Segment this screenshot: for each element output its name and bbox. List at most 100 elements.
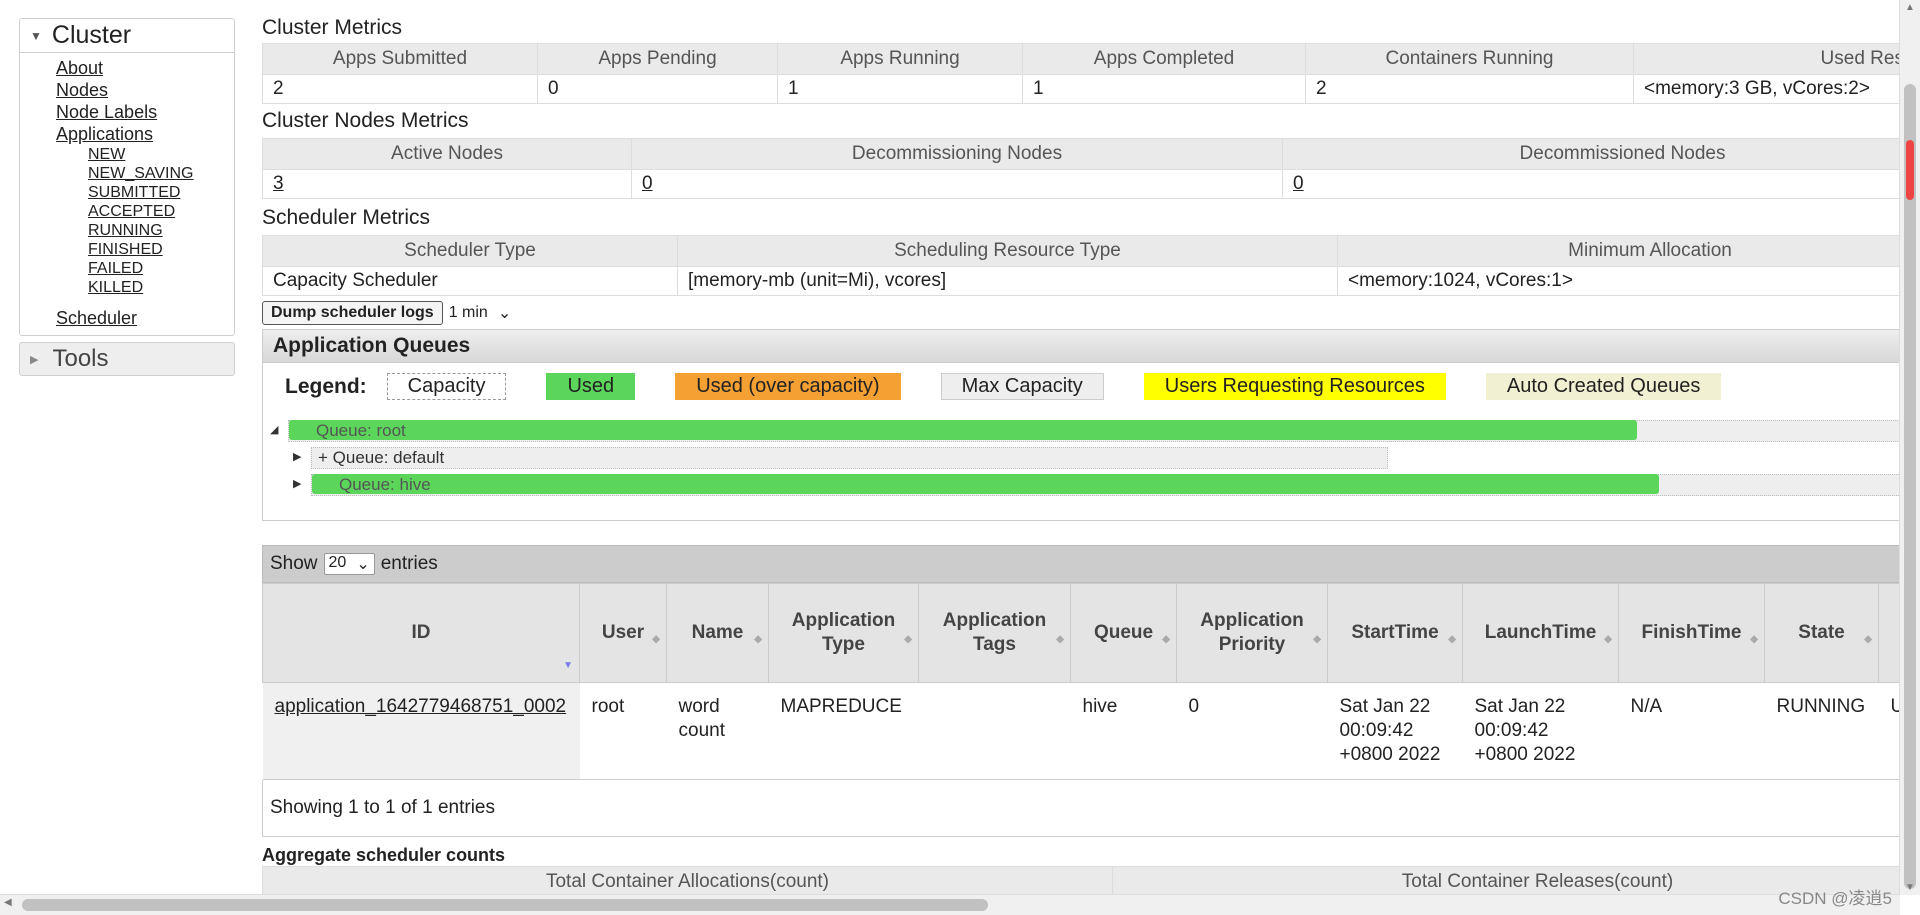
col-used-resources: Used Resources	[1633, 43, 1902, 75]
nav-link-state-killed[interactable]: KILLED	[88, 278, 234, 297]
link-active-nodes[interactable]: 3	[273, 173, 284, 194]
col-id[interactable]: ID ▼	[262, 583, 580, 683]
cell-application-tags	[918, 682, 1071, 780]
horizontal-scroll-thumb[interactable]	[22, 899, 988, 911]
nav-link-about[interactable]: About	[56, 57, 234, 79]
collapse-triangle-icon[interactable]: ▼	[30, 29, 42, 43]
nav-link-state-new-saving[interactable]: NEW_SAVING	[88, 164, 234, 183]
dump-scheduler-logs-button[interactable]: Dump scheduler logs	[262, 301, 443, 325]
col-application-type[interactable]: Application Type ◆	[768, 583, 919, 683]
sort-icon[interactable]: ◆	[904, 628, 912, 652]
dump-interval-select[interactable]: 1 min ⌄	[449, 303, 512, 323]
sort-icon[interactable]: ◆	[1313, 628, 1321, 652]
nav-link-state-new[interactable]: NEW	[88, 145, 234, 164]
collapse-triangle-icon[interactable]: ◢	[270, 423, 278, 436]
val-apps-completed: 1	[1022, 74, 1306, 104]
sort-icon[interactable]: ◆	[652, 628, 660, 652]
show-label: Show	[270, 553, 318, 574]
sort-icon[interactable]: ◆	[1750, 628, 1758, 652]
expand-triangle-icon[interactable]: ▶	[293, 450, 301, 463]
cluster-metrics-table: Apps Submitted Apps Pending Apps Running…	[262, 43, 1902, 104]
legend-capacity: Capacity	[386, 373, 507, 400]
col-application-priority[interactable]: Application Priority ◆	[1176, 583, 1328, 683]
horizontal-scrollbar[interactable]: ◀	[0, 894, 1900, 915]
col-decommissioned-nodes: Decommissioned Nodes	[1282, 138, 1902, 170]
nav-link-state-failed[interactable]: FAILED	[88, 259, 234, 278]
legend-used: Used	[546, 373, 636, 400]
cell-application-priority: 0	[1176, 682, 1328, 780]
cell-application-type: MAPREDUCE	[768, 682, 919, 780]
nav-link-state-running[interactable]: RUNNING	[88, 221, 234, 240]
application-queues-panel: Application Queues Legend: Capacity Used…	[262, 329, 1902, 521]
scroll-marker	[1906, 140, 1914, 200]
nav-link-state-finished[interactable]: FINISHED	[88, 240, 234, 259]
col-start-time[interactable]: StartTime ◆	[1327, 583, 1463, 683]
queue-row-root[interactable]: ◢ Queue: root	[263, 420, 1902, 442]
cluster-nav-header[interactable]: ▼ Cluster	[20, 19, 234, 53]
nav-link-node-labels[interactable]: Node Labels	[56, 101, 234, 123]
vertical-scroll-thumb[interactable]	[1904, 84, 1916, 889]
scroll-up-arrow-icon[interactable]: ▲	[1900, 2, 1920, 13]
entries-label: entries	[380, 553, 438, 574]
scheduler-metrics-table: Scheduler Type Scheduling Resource Type …	[262, 235, 1902, 296]
tools-nav-header[interactable]: ▶ Tools	[19, 342, 235, 376]
nav-link-state-submitted[interactable]: SUBMITTED	[88, 183, 234, 202]
queue-root-label[interactable]: Queue: root	[316, 421, 406, 441]
sort-icon[interactable]: ◆	[1604, 628, 1612, 652]
expand-triangle-icon[interactable]: ▶	[293, 477, 301, 490]
cell-start-time: Sat Jan 22 00:09:42 +0800 2022	[1327, 682, 1463, 780]
val-apps-pending: 0	[537, 74, 778, 104]
col-user[interactable]: User ◆	[579, 583, 667, 683]
col-queue[interactable]: Queue ◆	[1070, 583, 1177, 683]
sort-icon[interactable]: ◆	[754, 628, 762, 652]
vertical-scrollbar[interactable]: ▲ ▼	[1899, 0, 1920, 895]
cluster-nav-title: Cluster	[51, 21, 132, 49]
sort-icon[interactable]: ◆	[1448, 628, 1456, 652]
nav-link-state-accepted[interactable]: ACCEPTED	[88, 202, 234, 221]
chevron-down-icon: ⌄	[497, 305, 512, 322]
col-containers-running: Containers Running	[1305, 43, 1634, 75]
applications-section: Show 20 ⌄ entries ID ▼ User ◆ Name ◆ Applic…	[262, 545, 1902, 837]
queue-row-hive[interactable]: ▶ Queue: hive	[263, 474, 1902, 496]
sort-icon[interactable]: ◆	[1056, 628, 1064, 652]
chevron-down-icon: ⌄	[356, 556, 370, 573]
queue-hive-used-bar	[312, 474, 1659, 494]
queues-legend: Legend: Capacity Used Used (over capacit…	[263, 363, 1901, 400]
col-name[interactable]: Name ◆	[666, 583, 769, 683]
application-id-link[interactable]: application_1642779468751_0002	[275, 696, 567, 717]
applications-table: ID ▼ User ◆ Name ◆ Application Type ◆ Applic…	[262, 583, 1902, 780]
col-scheduling-resource-type: Scheduling Resource Type	[677, 235, 1338, 267]
sort-desc-icon[interactable]: ▼	[563, 654, 573, 678]
nav-link-nodes[interactable]: Nodes	[56, 79, 234, 101]
scroll-left-arrow-icon[interactable]: ◀	[4, 897, 12, 908]
plus-icon: +	[318, 448, 333, 467]
expand-triangle-icon[interactable]: ▶	[30, 353, 38, 366]
entries-control: Show 20 ⌄ entries	[262, 545, 1902, 583]
queue-hive-label[interactable]: Queue: hive	[339, 475, 431, 495]
sort-icon[interactable]: ◆	[1864, 628, 1872, 652]
col-state[interactable]: State ◆	[1764, 583, 1879, 683]
legend-used-over-capacity: Used (over capacity)	[675, 373, 901, 400]
entries-select-value: 20	[328, 554, 347, 571]
col-application-tags[interactable]: Application Tags ◆	[918, 583, 1071, 683]
col-scheduler-type: Scheduler Type	[262, 235, 678, 267]
nav-link-scheduler[interactable]: Scheduler	[56, 307, 234, 329]
col-launch-time[interactable]: LaunchTime ◆	[1462, 583, 1619, 683]
sort-icon[interactable]: ◆	[1162, 628, 1170, 652]
val-apps-running: 1	[777, 74, 1023, 104]
queue-row-default[interactable]: ▶ + Queue: default	[263, 447, 1902, 469]
cluster-nav-list: About Nodes Node Labels Applications NEW…	[20, 53, 234, 335]
col-finish-time[interactable]: FinishTime ◆	[1618, 583, 1765, 683]
queue-default-label[interactable]: Queue: default	[333, 448, 445, 467]
scroll-down-arrow-icon[interactable]: ▼	[1900, 882, 1920, 893]
legend-auto-created-queues: Auto Created Queues	[1485, 373, 1722, 400]
link-decommissioned-nodes[interactable]: 0	[1293, 173, 1304, 194]
nodes-metrics-table: Active Nodes Decommissioning Nodes Decom…	[262, 138, 1902, 199]
aggregate-counts-title: Aggregate scheduler counts	[262, 845, 506, 865]
entries-select[interactable]: 20 ⌄	[323, 553, 375, 575]
link-decommissioning-nodes[interactable]: 0	[642, 173, 653, 194]
val-used-resources: <memory:3 GB, vCores:2>	[1633, 74, 1902, 104]
sidebar: ▼ Cluster About Nodes Node Labels Applic…	[19, 18, 235, 376]
nav-link-applications[interactable]: Applications	[56, 123, 234, 145]
cell-user: root	[579, 682, 667, 780]
